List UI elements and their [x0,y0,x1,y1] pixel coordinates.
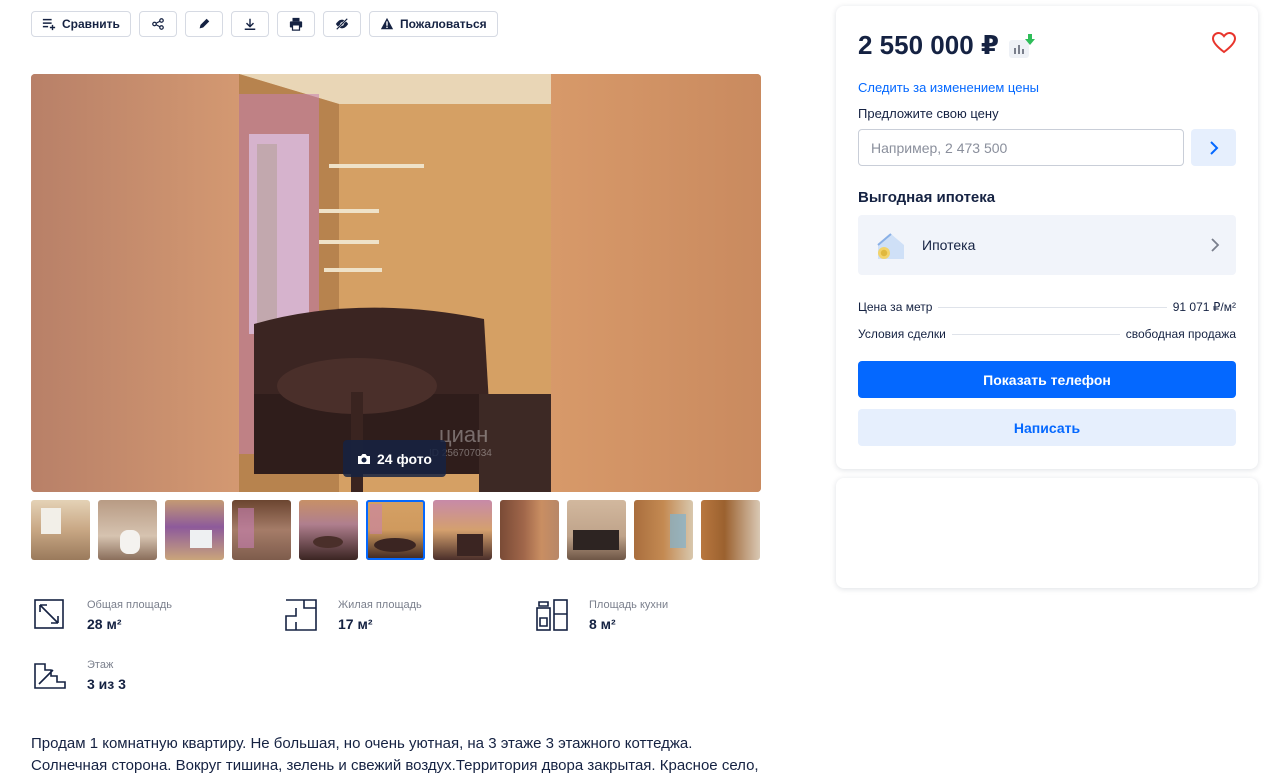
write-message-button[interactable]: Написать [858,409,1236,446]
feature-kitchen-area: Площадь кухни 8 м² [535,598,668,632]
thumbnail[interactable] [500,500,559,560]
share-icon [152,18,164,30]
living-area-icon [285,599,317,631]
share-button[interactable] [138,11,177,37]
thumbnail[interactable] [567,500,626,560]
photo-count-label: 24 фото [377,450,432,467]
chevron-right-icon [1211,238,1220,252]
camera-icon [358,453,370,464]
listing-description: Продам 1 комнатную квартиру. Не большая,… [31,735,759,774]
favorite-heart-icon[interactable] [1212,32,1236,54]
feature-label: Площадь кухни [589,599,669,611]
price-per-meter-row: Цена за метр 91 071 ₽/м² [858,300,1236,314]
feature-value: 8 м² [589,616,616,632]
photo-count-button[interactable]: 24 фото [343,440,446,477]
house-coin-icon [877,233,904,259]
warning-icon [380,17,394,30]
thumbnail[interactable] [165,500,224,560]
download-icon [244,18,256,30]
compare-icon [42,18,56,31]
dotted-divider [951,334,1120,335]
total-area-icon [34,599,64,629]
thumbnail-strip [31,500,760,560]
offer-submit-button[interactable] [1191,129,1236,166]
feature-label: Этаж [87,659,114,671]
price-value: 2 550 000 ₽ [858,30,999,60]
price-per-meter-value: 91 071 ₽/м² [1172,300,1236,314]
stairs-icon [34,663,66,689]
feature-value: 3 из 3 [87,676,126,692]
price-card: 2 550 000 ₽ Следить за изменением цены П… [836,6,1258,469]
compare-label: Сравнить [62,17,120,31]
thumbnail[interactable] [299,500,358,560]
thumbnail[interactable] [232,500,291,560]
feature-label: Жилая площадь [338,599,422,611]
feature-value: 17 м² [338,616,373,632]
thumbnail[interactable] [433,500,492,560]
price-history-icon[interactable] [1008,33,1035,58]
deal-terms-row: Условия сделки свободная продажа [858,327,1236,341]
feature-label: Общая площадь [87,599,172,611]
complain-label: Пожаловаться [399,17,487,31]
mortgage-label: Ипотека [922,237,976,253]
watermark-text: циан [439,422,488,447]
dotted-divider [938,307,1167,308]
feature-floor: Этаж 3 из 3 [33,658,126,692]
secondary-card [836,478,1258,588]
track-price-link[interactable]: Следить за изменением цены [858,80,1039,95]
feature-value: 28 м² [87,616,122,632]
price-per-meter-label: Цена за метр [858,300,933,314]
pencil-icon [199,18,210,29]
show-phone-button[interactable]: Показать телефон [858,361,1236,398]
deal-terms-label: Условия сделки [858,327,946,341]
feature-living-area: Жилая площадь 17 м² [284,598,422,632]
mortgage-title: Выгодная ипотека [858,189,996,206]
deal-terms-value: свободная продажа [1125,327,1236,341]
print-button[interactable] [276,11,315,37]
thumbnail[interactable] [98,500,157,560]
listing-toolbar: Сравнить Пожаловаться [31,11,498,37]
main-photo[interactable]: циан ID 256707034 [239,74,551,492]
thumbnail[interactable] [634,500,693,560]
thumbnail-active[interactable] [366,500,425,560]
hide-button[interactable] [322,11,361,37]
room-photo-illustration: циан ID 256707034 [239,74,551,492]
chevron-right-icon [1209,140,1218,155]
mortgage-row[interactable]: Ипотека [858,215,1236,275]
download-button[interactable] [230,11,269,37]
photo-gallery[interactable]: циан ID 256707034 [31,74,761,492]
eye-off-icon [335,18,349,30]
kitchen-icon [536,599,568,631]
thumbnail[interactable] [31,500,90,560]
compare-button[interactable]: Сравнить [31,11,131,37]
offer-price-input[interactable] [858,129,1184,166]
feature-total-area: Общая площадь 28 м² [33,598,172,632]
price: 2 550 000 ₽ [858,30,1035,61]
complain-button[interactable]: Пожаловаться [368,11,498,37]
edit-button[interactable] [184,11,223,37]
print-icon [289,17,303,31]
offer-price-label: Предложите свою цену [858,106,999,121]
thumbnail[interactable] [701,500,760,560]
